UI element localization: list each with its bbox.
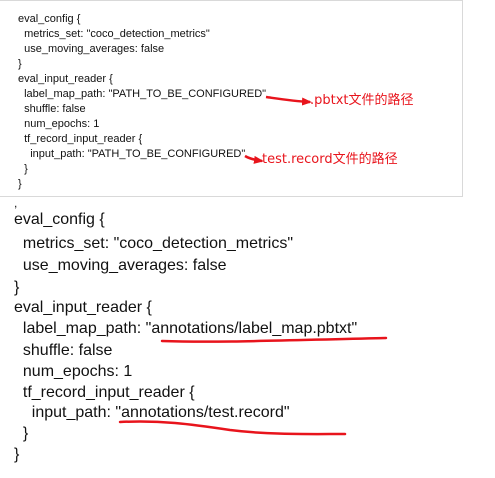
small-code-line-6: label_map_path: "PATH_TO_BE_CONFIGURED" bbox=[18, 88, 267, 100]
big-code-line-6: label_map_path: "annotations/label_map.p… bbox=[14, 320, 358, 337]
test-record-underline bbox=[118, 420, 347, 436]
small-code-line-3: use_moving_averages: false bbox=[18, 43, 165, 55]
pbtxt-path-annotation: .pbtxt文件的路径 bbox=[310, 93, 414, 108]
big-code-line-11: } bbox=[14, 425, 29, 442]
small-code-line-9: tf_record_input_reader { bbox=[18, 133, 143, 145]
big-code-line-3: use_moving_averages: false bbox=[14, 257, 227, 274]
small-code-line-1: eval_config { bbox=[18, 13, 81, 25]
big-code-line-2: metrics_set: "coco_detection_metrics" bbox=[14, 235, 294, 252]
big-code-line-8: num_epochs: 1 bbox=[14, 363, 133, 380]
small-code-line-10: input_path: "PATH_TO_BE_CONFIGURED" bbox=[18, 148, 246, 160]
big-code-line-4: } bbox=[14, 279, 20, 296]
big-code-line-12: } bbox=[14, 446, 20, 463]
record-path-annotation: test.record文件的路径 bbox=[262, 152, 398, 167]
small-code-line-12: } bbox=[18, 178, 22, 190]
big-code-line-7: shuffle: false bbox=[14, 342, 113, 359]
screenshot-border-top bbox=[0, 0, 462, 1]
small-code-line-11: } bbox=[18, 163, 28, 175]
screenshot-border-bottom bbox=[0, 196, 463, 197]
small-code-line-8: num_epochs: 1 bbox=[18, 118, 100, 130]
big-code-line-9: tf_record_input_reader { bbox=[14, 384, 195, 401]
separator-comma: , bbox=[14, 196, 18, 210]
big-code-line-10: input_path: "annotations/test.record" bbox=[14, 404, 290, 421]
small-code-line-7: shuffle: false bbox=[18, 103, 86, 115]
big-code-line-1: eval_config { bbox=[14, 211, 105, 228]
screenshot-border-right bbox=[462, 0, 463, 197]
small-code-line-5: eval_input_reader { bbox=[18, 73, 113, 85]
big-code-line-5: eval_input_reader { bbox=[14, 299, 152, 316]
small-code-line-4: } bbox=[18, 58, 22, 70]
small-code-line-2: metrics_set: "coco_detection_metrics" bbox=[18, 28, 210, 40]
